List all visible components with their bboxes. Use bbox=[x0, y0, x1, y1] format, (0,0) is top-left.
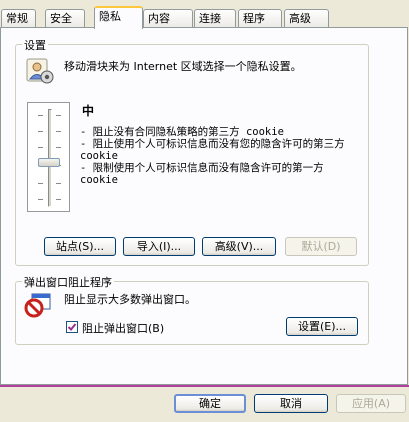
privacy-level-title: 中 bbox=[82, 104, 95, 118]
popup-settings-button[interactable]: 设置(E)... bbox=[286, 317, 358, 336]
tab-connections[interactable]: 连接 bbox=[194, 9, 236, 27]
footer-divider bbox=[0, 385, 409, 387]
popup-blocker-description: 阻止显示大多数弹出窗口。 bbox=[64, 293, 196, 306]
privacy-level-description: - 阻止没有合同隐私策略的第三方 cookie - 阻止使用个人可标识信息而没有… bbox=[80, 126, 360, 186]
privacy-settings-icon bbox=[26, 58, 54, 84]
import-button[interactable]: 导入(I)... bbox=[123, 237, 195, 256]
tab-content[interactable]: 内容 bbox=[143, 9, 193, 27]
popup-blocker-icon bbox=[24, 293, 51, 318]
cancel-button[interactable]: 取消 bbox=[254, 394, 328, 413]
tab-advanced[interactable]: 高级 bbox=[284, 9, 329, 27]
instruction-text: 移动滑块来为 Internet 区域选择一个隐私设置。 bbox=[64, 60, 302, 73]
description-line-2: - 阻止使用个人可标识信息而没有您的隐含许可的第三方 cookie bbox=[80, 138, 345, 162]
tab-general[interactable]: 常规 bbox=[1, 9, 36, 27]
tab-strip: 常规 安全 隐私 内容 连接 程序 高级 bbox=[0, 6, 409, 29]
sites-button[interactable]: 站点(S)... bbox=[44, 237, 116, 256]
settings-group-title: 设置 bbox=[22, 37, 48, 53]
description-line-3: - 限制使用个人可标识信息而没有隐含许可的第一方 cookie bbox=[80, 162, 324, 186]
tab-privacy[interactable]: 隐私 bbox=[94, 6, 143, 29]
description-line-1: - 阻止没有合同隐私策略的第三方 cookie bbox=[80, 126, 284, 138]
advanced-button[interactable]: 高级(V)... bbox=[202, 237, 276, 256]
block-popups-label[interactable]: 阻止弹出窗口(B) bbox=[82, 320, 164, 336]
privacy-level-slider[interactable] bbox=[27, 102, 70, 212]
default-button[interactable]: 默认(D) bbox=[285, 237, 357, 256]
block-popups-checkbox[interactable] bbox=[66, 321, 78, 333]
tab-security[interactable]: 安全 bbox=[45, 9, 85, 27]
settings-group: 设置 移动滑块来为 Internet 区域选择一个隐私设置。 中 - 阻止没有合… bbox=[15, 37, 369, 266]
popup-blocker-group: 弹出窗口阻止程序 阻止显示大多数弹出窗口。 阻止弹出窗口(B) 设置(E)... bbox=[15, 274, 369, 345]
slider-thumb[interactable] bbox=[38, 158, 60, 167]
popup-blocker-title: 弹出窗口阻止程序 bbox=[22, 274, 114, 290]
privacy-tab-panel: 设置 移动滑块来为 Internet 区域选择一个隐私设置。 中 - 阻止没有合… bbox=[0, 27, 408, 385]
apply-button[interactable]: 应用(A) bbox=[336, 394, 406, 413]
checkmark-icon bbox=[67, 323, 77, 331]
ok-button[interactable]: 确定 bbox=[174, 394, 246, 413]
tab-programs[interactable]: 程序 bbox=[238, 9, 282, 27]
